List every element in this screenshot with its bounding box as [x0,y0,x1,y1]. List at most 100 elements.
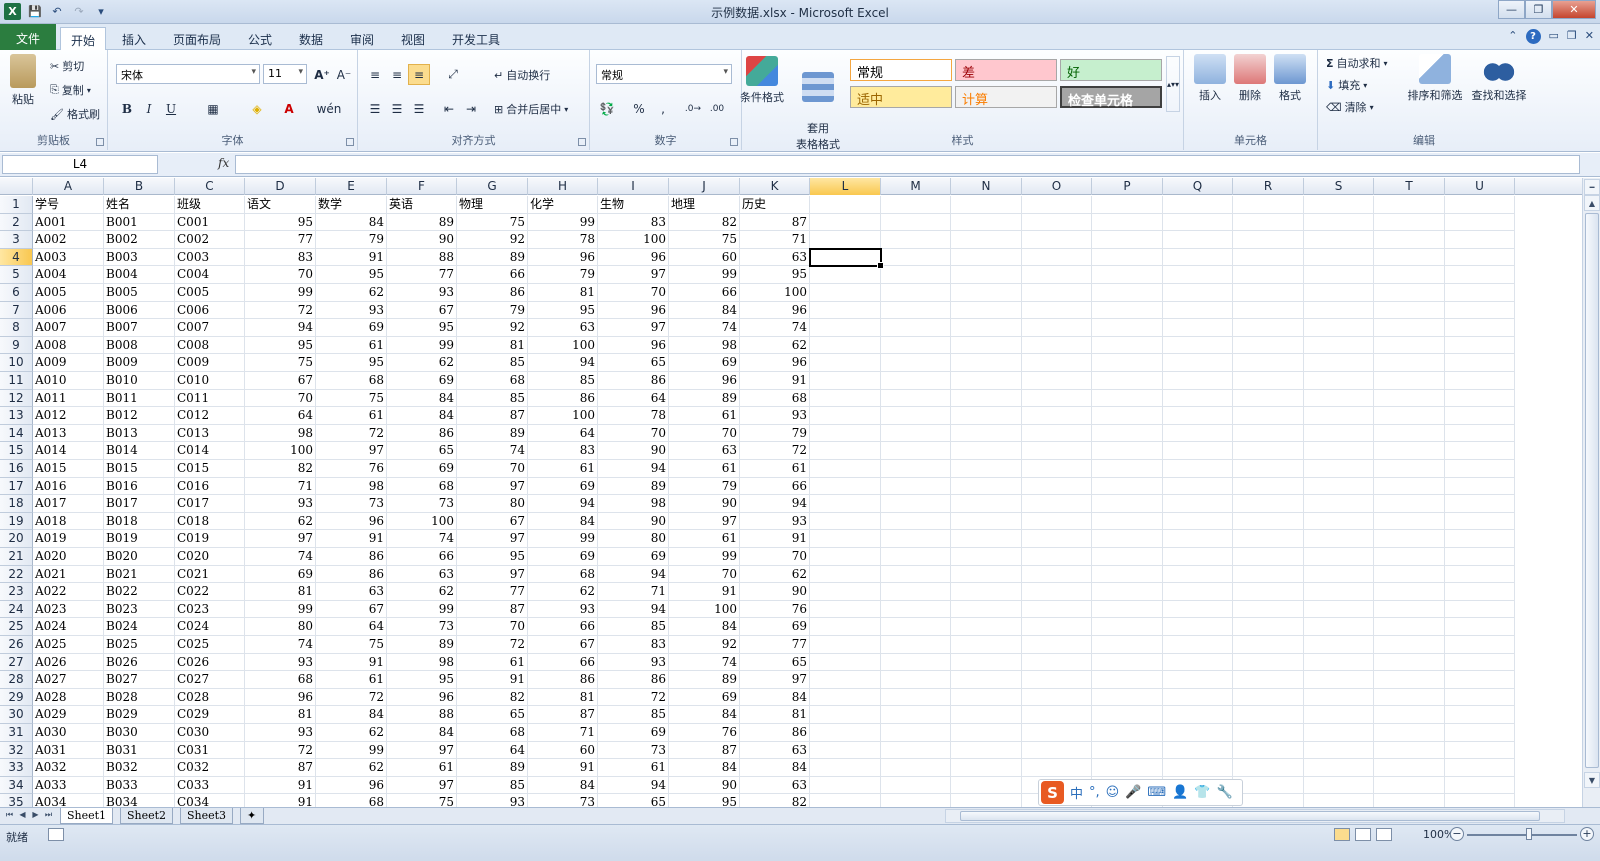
cell-n2[interactable] [951,213,1022,232]
underline-button[interactable]: U [160,98,182,119]
cell-q25[interactable] [1163,618,1233,636]
cell-a31[interactable]: A030 [33,724,104,742]
cell-l17[interactable] [810,477,881,496]
cell-i1[interactable]: 生物 [598,196,669,214]
row-header[interactable]: 17 [0,477,33,496]
cell-n35[interactable] [951,794,1022,807]
cell-u23[interactable] [1445,583,1515,601]
cell-t9[interactable] [1374,336,1445,355]
style-calculation[interactable]: 计算 [955,86,1057,108]
cell-u32[interactable] [1445,741,1515,760]
cell-t1[interactable] [1374,196,1445,214]
cell-a18[interactable]: A017 [33,495,104,513]
row-header[interactable]: 34 [0,776,33,795]
cell-b25[interactable]: B024 [104,618,175,636]
cell-g26[interactable]: 72 [457,636,528,654]
cell-i26[interactable]: 83 [598,636,669,654]
cell-g29[interactable]: 82 [457,688,528,707]
cell-n15[interactable] [951,442,1022,460]
style-neutral[interactable]: 适中 [850,86,952,108]
cell-j14[interactable]: 70 [669,424,740,443]
cell-p9[interactable] [1092,336,1163,355]
cell-s11[interactable] [1304,372,1374,390]
cell-h13[interactable]: 100 [528,407,598,425]
cell-k11[interactable]: 91 [740,372,810,390]
cell-k16[interactable]: 61 [740,460,810,478]
cell-e13[interactable]: 61 [316,407,387,425]
cell-d13[interactable]: 64 [245,407,316,425]
cell-l6[interactable] [810,284,881,302]
row-header[interactable]: 27 [0,653,33,672]
cell-r1[interactable] [1233,196,1304,214]
row-header[interactable]: 4 [0,248,33,267]
cell-l24[interactable] [810,600,881,619]
cell-n5[interactable] [951,266,1022,284]
cell-t16[interactable] [1374,460,1445,478]
cell-r23[interactable] [1233,583,1304,601]
cell-d26[interactable]: 74 [245,636,316,654]
cell-i11[interactable]: 86 [598,372,669,390]
row-header[interactable]: 20 [0,530,33,548]
cell-b23[interactable]: B022 [104,583,175,601]
cell-g23[interactable]: 77 [457,583,528,601]
wrap-text-button[interactable]: ↵ 自动换行 [494,67,550,83]
cell-r21[interactable] [1233,548,1304,566]
cell-f15[interactable]: 65 [387,442,457,460]
cell-l25[interactable] [810,618,881,636]
cell-k30[interactable]: 81 [740,706,810,724]
cell-d6[interactable]: 99 [245,284,316,302]
cell-d24[interactable]: 99 [245,600,316,619]
cell-s32[interactable] [1304,741,1374,760]
cell-c21[interactable]: C020 [175,548,245,566]
cell-h19[interactable]: 84 [528,512,598,531]
cell-j21[interactable]: 99 [669,548,740,566]
cell-a20[interactable]: A019 [33,530,104,548]
cell-k26[interactable]: 77 [740,636,810,654]
cell-q23[interactable] [1163,583,1233,601]
cell-i10[interactable]: 65 [598,354,669,372]
cell-m35[interactable] [881,794,951,807]
cell-b15[interactable]: B014 [104,442,175,460]
cell-q31[interactable] [1163,724,1233,742]
cell-k8[interactable]: 74 [740,319,810,337]
cell-e19[interactable]: 96 [316,512,387,531]
cell-c17[interactable]: C016 [175,477,245,496]
cell-f13[interactable]: 84 [387,407,457,425]
cell-b6[interactable]: B005 [104,284,175,302]
cell-u11[interactable] [1445,372,1515,390]
currency-icon[interactable]: 💱 [596,98,618,119]
cell-e27[interactable]: 91 [316,653,387,672]
next-sheet-icon[interactable]: ▶ [30,810,41,822]
cell-b8[interactable]: B007 [104,319,175,337]
cell-l29[interactable] [810,688,881,707]
cell-b5[interactable]: B004 [104,266,175,284]
cell-b17[interactable]: B016 [104,477,175,496]
cell-k25[interactable]: 69 [740,618,810,636]
cell-n8[interactable] [951,319,1022,337]
style-good[interactable]: 好 [1060,59,1162,81]
cell-q18[interactable] [1163,495,1233,513]
cell-h29[interactable]: 81 [528,688,598,707]
skin-shirt-icon[interactable]: 👕 [1194,785,1210,800]
cell-n28[interactable] [951,671,1022,689]
cell-f14[interactable]: 86 [387,424,457,443]
cell-i29[interactable]: 72 [598,688,669,707]
cell-m6[interactable] [881,284,951,302]
cell-e1[interactable]: 数学 [316,196,387,214]
cell-n20[interactable] [951,530,1022,548]
cell-e12[interactable]: 75 [316,389,387,408]
cell-j26[interactable]: 92 [669,636,740,654]
cell-t35[interactable] [1374,794,1445,807]
row-header[interactable]: 19 [0,512,33,531]
cell-l4[interactable] [810,248,881,267]
cell-n4[interactable] [951,248,1022,267]
cell-p33[interactable] [1092,759,1163,777]
column-header-l[interactable]: L [810,178,881,195]
cell-c5[interactable]: C004 [175,266,245,284]
cell-h32[interactable]: 60 [528,741,598,760]
cell-g30[interactable]: 65 [457,706,528,724]
cell-n6[interactable] [951,284,1022,302]
cell-n19[interactable] [951,512,1022,531]
cell-j9[interactable]: 98 [669,336,740,355]
cell-j13[interactable]: 61 [669,407,740,425]
